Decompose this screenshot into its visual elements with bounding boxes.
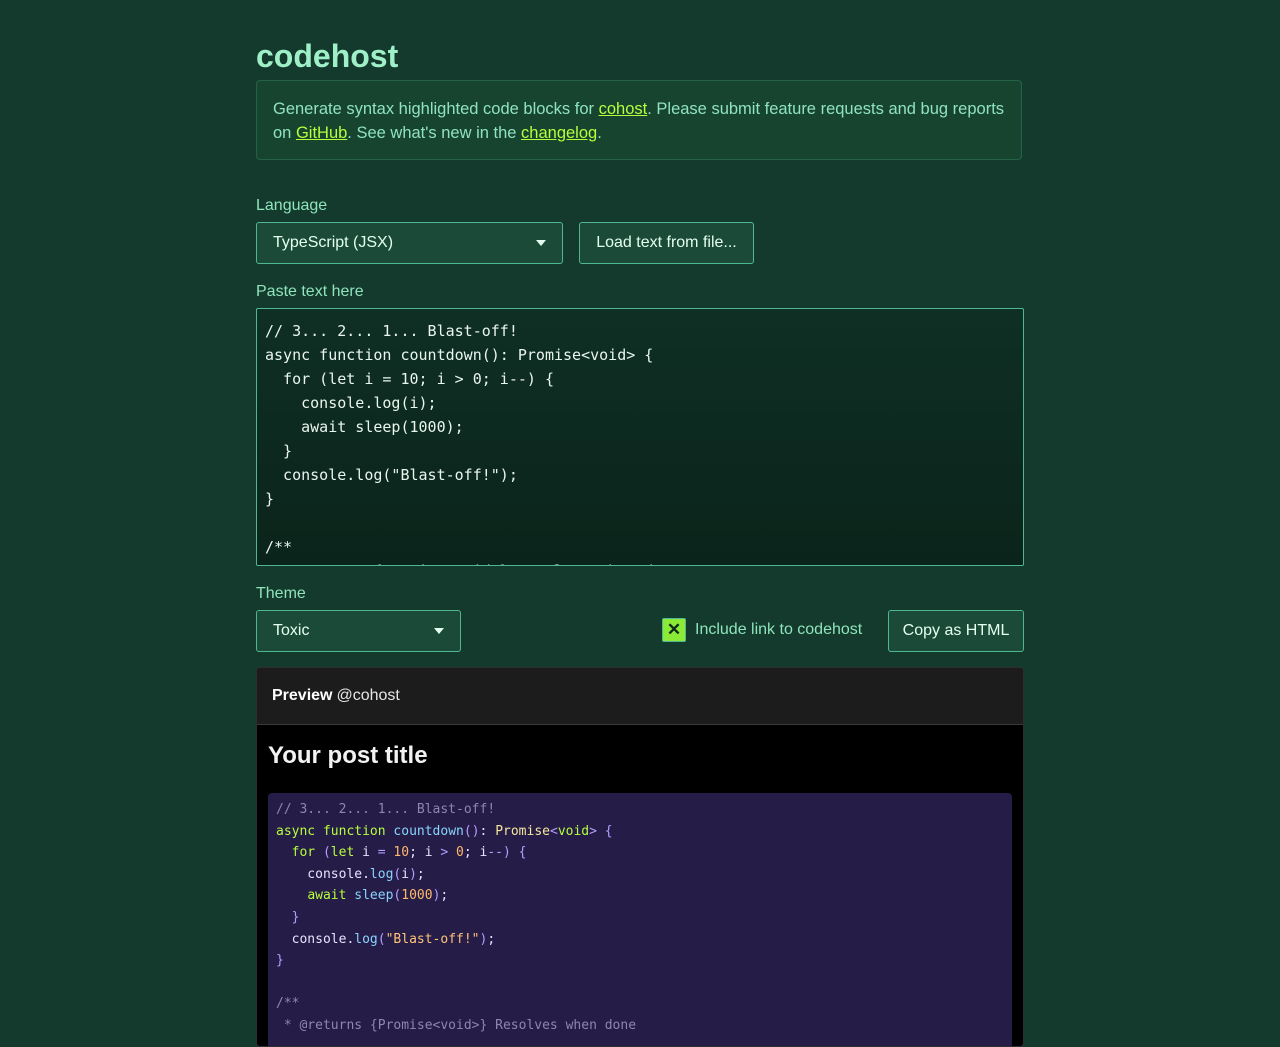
theme-select[interactable]: Toxic	[256, 610, 461, 652]
code-line: for (let i = 10; i > 0; i--) {	[265, 370, 554, 388]
preview-header: Preview @cohost	[257, 668, 1023, 725]
code-line: console.log(i);	[265, 394, 437, 412]
language-selected-value: TypeScript (JSX)	[273, 234, 394, 251]
language-select[interactable]: TypeScript (JSX)	[256, 222, 563, 264]
highlighted-line: * @returns {Promise<void>} Resolves when…	[276, 1017, 637, 1033]
highlighted-line	[276, 972, 1004, 994]
highlighted-line: }	[291, 909, 300, 925]
code-line: * @returns {Promise<void>} Resolves when…	[265, 559, 1015, 565]
cohost-link[interactable]: cohost	[599, 100, 648, 118]
code-line: console.log("Blast-off!");	[265, 466, 518, 484]
code-line: }	[265, 490, 275, 508]
copy-html-button[interactable]: Copy as HTML	[888, 610, 1024, 652]
github-link[interactable]: GitHub	[296, 124, 347, 142]
app-title: codehost	[256, 38, 399, 74]
theme-selected-value: Toxic	[273, 622, 310, 639]
preview-panel: Preview @cohost Your post title // 3... …	[256, 667, 1024, 1047]
include-link-label[interactable]: Include link to codehost	[695, 621, 862, 639]
code-line: }	[265, 442, 293, 460]
highlighted-line: for (let i = 10; i > 0; i--) {	[291, 845, 527, 861]
load-file-button[interactable]: Load text from file...	[579, 222, 754, 264]
changelog-link[interactable]: changelog	[521, 124, 597, 142]
highlighted-line: console.log(i);	[276, 866, 425, 882]
highlighted-line: async function countdown(): Promise<void…	[276, 823, 613, 839]
preview-heading: Preview	[272, 687, 333, 704]
code-line: async function countdown(): Promise<void…	[265, 346, 654, 364]
highlighted-code-block: // 3... 2... 1... Blast-off! async funct…	[268, 793, 1012, 1046]
highlighted-line: await sleep(1000);	[307, 888, 449, 904]
intro-text: . See what's new in the	[347, 124, 522, 142]
paste-text-label: Paste text here	[256, 283, 364, 300]
intro-text: Generate syntax highlighted code blocks …	[273, 100, 599, 118]
highlighted-line: console.log("Blast-off!");	[276, 931, 496, 947]
chevron-down-icon	[536, 240, 546, 246]
code-input[interactable]: // 3... 2... 1... Blast-off! async funct…	[256, 308, 1024, 566]
language-label: Language	[256, 197, 328, 214]
post-title: Your post title	[268, 742, 428, 769]
code-line: await sleep(1000);	[265, 418, 464, 436]
code-line: // 3... 2... 1... Blast-off!	[265, 322, 518, 340]
intro-text: .	[597, 124, 602, 142]
highlighted-line: /**	[276, 996, 300, 1012]
theme-label: Theme	[256, 585, 306, 602]
intro-panel: Generate syntax highlighted code blocks …	[256, 80, 1022, 160]
preview-handle: @cohost	[336, 687, 400, 704]
code-line: /**	[265, 538, 293, 556]
highlighted-line: }	[276, 953, 284, 969]
highlighted-line: // 3... 2... 1... Blast-off!	[276, 802, 496, 817]
chevron-down-icon	[434, 628, 444, 634]
include-link-checkbox[interactable]: ✕	[662, 618, 686, 642]
